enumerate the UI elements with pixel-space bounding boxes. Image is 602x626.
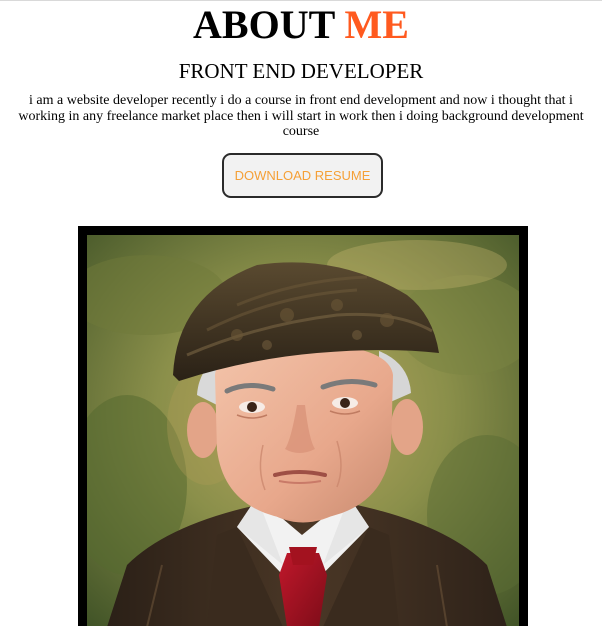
bio-paragraph: i am a website developer recently i do a… [18,93,584,139]
about-page: ABOUT ME FRONT END DEVELOPER i am a webs… [0,0,602,626]
portrait-photo [87,235,519,626]
page-subtitle: FRONT END DEVELOPER [178,59,424,83]
title-accent: ME [344,2,409,47]
title-main: ABOUT [193,2,335,47]
portrait-frame [78,226,528,626]
page-title: ABOUT ME [0,3,602,47]
download-resume-button[interactable]: DOWNLOAD RESUME [222,153,383,198]
